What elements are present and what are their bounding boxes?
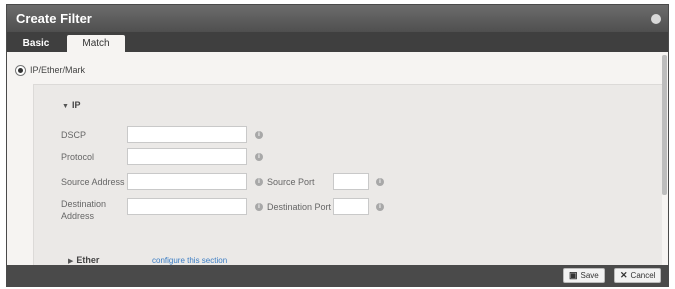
ip-ether-mark-radio[interactable] [15, 65, 26, 76]
save-label: Save [580, 271, 599, 280]
dialog-footer: ▣ Save ✕ Cancel [7, 265, 668, 286]
dialog-titlebar[interactable]: Create Filter [7, 5, 668, 32]
dscp-label: DSCP [61, 130, 87, 140]
tab-match[interactable]: Match [67, 35, 125, 52]
protocol-label: Protocol [61, 152, 95, 162]
source-address-info-icon[interactable]: i [255, 178, 263, 186]
destination-port-input[interactable] [333, 198, 369, 215]
save-button[interactable]: ▣ Save [563, 268, 605, 283]
source-port-info-icon[interactable]: i [376, 178, 384, 186]
content-scrollbar[interactable] [662, 55, 667, 195]
tab-basic[interactable]: Basic [11, 35, 61, 52]
ether-section-toggle[interactable]: ▶ Ether [68, 255, 99, 265]
x-icon: ✕ [620, 270, 628, 280]
tab-strip: Basic Match [7, 32, 668, 52]
dscp-input[interactable] [127, 126, 247, 143]
destination-address-label: Destination Address [61, 199, 107, 221]
destination-port-label: Destination Port [267, 202, 332, 212]
dialog-title: Create Filter [16, 11, 92, 26]
chevron-right-icon: ▶ [68, 258, 74, 265]
dscp-info-icon[interactable]: i [255, 131, 263, 139]
ether-section-title: Ether [76, 255, 100, 265]
destination-address-info-icon[interactable]: i [255, 203, 263, 211]
source-address-input[interactable] [127, 173, 247, 190]
source-port-label: Source Port [267, 177, 315, 187]
protocol-info-icon[interactable]: i [255, 153, 263, 161]
ip-section-toggle[interactable]: ▼ IP [62, 100, 80, 110]
protocol-input[interactable] [127, 148, 247, 165]
cancel-button[interactable]: ✕ Cancel [614, 268, 662, 283]
match-panel: ▼ IP DSCP i Protocol i Source Address i S… [33, 84, 662, 266]
ip-section-title: IP [71, 100, 81, 110]
source-address-label: Source Address [61, 177, 125, 187]
ether-configure-link[interactable]: configure this section [152, 256, 227, 265]
cancel-label: Cancel [630, 271, 656, 280]
create-filter-dialog: Create Filter Basic Match IP/Ether/Mark … [6, 4, 669, 287]
disk-icon: ▣ [569, 270, 578, 280]
close-icon[interactable] [651, 14, 661, 24]
source-port-input[interactable] [333, 173, 369, 190]
match-tab-content: IP/Ether/Mark ▼ IP DSCP i Protocol i Sour… [7, 52, 662, 266]
destination-port-info-icon[interactable]: i [376, 203, 384, 211]
ip-ether-mark-label: IP/Ether/Mark [30, 65, 86, 75]
destination-address-input[interactable] [127, 198, 247, 215]
chevron-down-icon: ▼ [62, 103, 69, 110]
